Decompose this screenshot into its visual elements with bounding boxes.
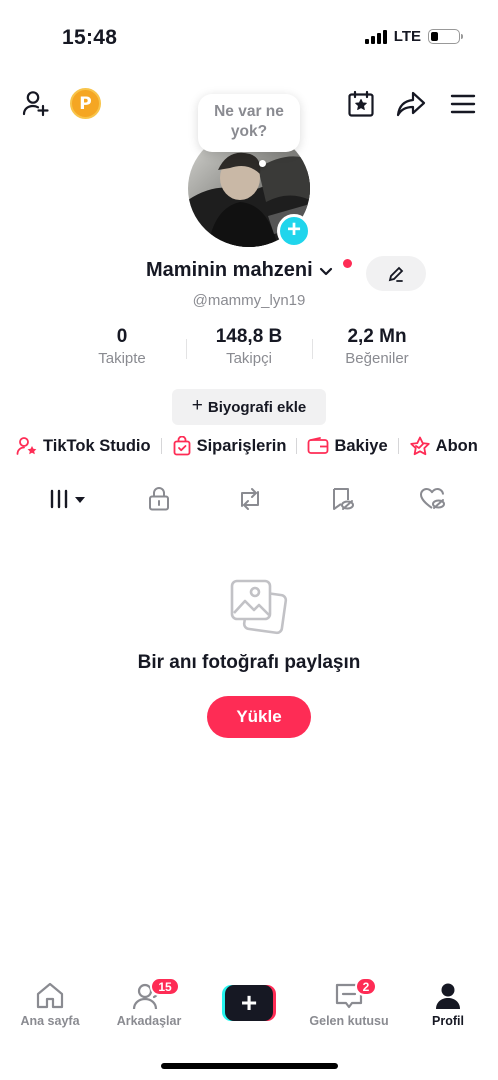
username: @mammy_lyn19 [192, 292, 306, 309]
add-friend-icon[interactable] [20, 88, 52, 120]
pencil-icon [388, 266, 404, 282]
empty-state-title: Bir anı fotoğrafı paylaşın [137, 652, 361, 673]
tab-reposts[interactable] [232, 484, 268, 514]
display-name: Maminin mahzeni [146, 259, 313, 281]
add-bio-button[interactable]: + Biyografi ekle [172, 389, 326, 425]
hamburger-menu-icon[interactable] [447, 88, 479, 120]
nav-label: Arkadaşlar [116, 1014, 182, 1028]
profile-stats: 0 Takipte 148,8 B Takipçi 2,2 Mn Beğenil… [0, 326, 498, 376]
coin-icon[interactable]: P [70, 88, 101, 119]
tab-private[interactable] [143, 484, 175, 514]
wallet-icon [308, 437, 329, 454]
home-icon [36, 982, 64, 1009]
stat-value: 148,8 B [215, 326, 283, 347]
shortcut-orders[interactable]: Siparişlerin [172, 436, 287, 456]
repost-icon [241, 488, 259, 510]
shortcut-row: TikTok Studio Siparişlerin Bakiye Abon [16, 432, 478, 460]
nav-label: Profil [432, 1014, 464, 1028]
nav-label: Gelen kutusu [309, 1014, 389, 1028]
name-row[interactable]: Maminin mahzeni [146, 259, 352, 282]
stat-label: Beğeniler [345, 350, 409, 367]
tab-grid[interactable] [46, 484, 90, 514]
tab-favorites[interactable] [326, 484, 358, 514]
shortcut-label: Bakiye [334, 436, 388, 455]
home-indicator [161, 1063, 338, 1069]
add-photo-button[interactable]: + [277, 214, 311, 248]
shortcut-tiktok-studio[interactable]: TikTok Studio [16, 436, 151, 456]
calendar-star-icon[interactable] [345, 88, 377, 120]
stat-followers[interactable]: 148,8 B Takipçi [199, 326, 299, 367]
notification-dot [343, 259, 352, 268]
coin-label: P [79, 93, 92, 114]
shopping-bag-icon [173, 436, 190, 456]
stat-label: Takipte [98, 350, 146, 367]
shortcut-balance[interactable]: Bakiye [307, 436, 388, 456]
tab-liked[interactable] [416, 484, 450, 514]
inbox-badge: 2 [355, 977, 377, 996]
status-bubble[interactable]: Ne var ne yok? [198, 94, 300, 152]
bookmark-hidden-icon [333, 488, 354, 510]
battery-level [431, 32, 438, 41]
bubble-pointer [259, 160, 266, 167]
nav-home[interactable]: Ana sayfa [16, 982, 84, 1028]
divider [397, 438, 399, 454]
divider [160, 438, 162, 454]
shortcut-subscription[interactable]: Abon [409, 436, 478, 456]
stat-divider [186, 339, 187, 359]
plus-icon: + [191, 395, 203, 416]
photo-stack-icon [228, 577, 288, 635]
status-indicators: LTE [364, 28, 463, 45]
plus-icon: + [286, 216, 301, 243]
plus-icon: + [225, 985, 273, 1021]
grid-icon [50, 489, 85, 509]
battery-icon [428, 29, 463, 44]
shortcut-label: Siparişlerin [196, 436, 287, 455]
nav-inbox[interactable]: Gelen kutusu [304, 982, 394, 1028]
subscription-star-icon [409, 436, 430, 456]
stat-label: Takipçi [226, 350, 272, 367]
nav-profile[interactable]: Profil [424, 982, 472, 1028]
profile-icon [436, 983, 460, 1009]
divider [296, 438, 298, 454]
person-star-icon [16, 437, 37, 455]
stat-value: 0 [116, 326, 128, 347]
add-bio-label: Biyografi ekle [207, 398, 307, 416]
shortcut-label: TikTok Studio [43, 436, 151, 455]
edit-profile-button[interactable] [366, 256, 426, 291]
signal-icon [364, 29, 387, 44]
upload-button[interactable]: Yükle [207, 696, 311, 738]
shortcut-label: Abon [435, 436, 478, 455]
chevron-down-icon[interactable] [317, 263, 335, 281]
status-time: 15:48 [62, 26, 118, 49]
stat-following[interactable]: 0 Takipte [88, 326, 156, 367]
content-tabs [0, 484, 498, 518]
share-arrow-icon[interactable] [394, 88, 428, 120]
stat-value: 2,2 Mn [347, 326, 407, 347]
status-bar: 15:48 LTE [0, 0, 498, 70]
create-button[interactable]: + [222, 985, 276, 1021]
heart-hidden-icon [420, 488, 445, 509]
friends-badge: 15 [150, 977, 180, 996]
nav-label: Ana sayfa [20, 1014, 80, 1028]
stat-likes[interactable]: 2,2 Mn Beğeniler [330, 326, 424, 367]
stat-divider [312, 339, 313, 359]
lock-icon [149, 487, 169, 511]
network-label: LTE [393, 28, 421, 45]
